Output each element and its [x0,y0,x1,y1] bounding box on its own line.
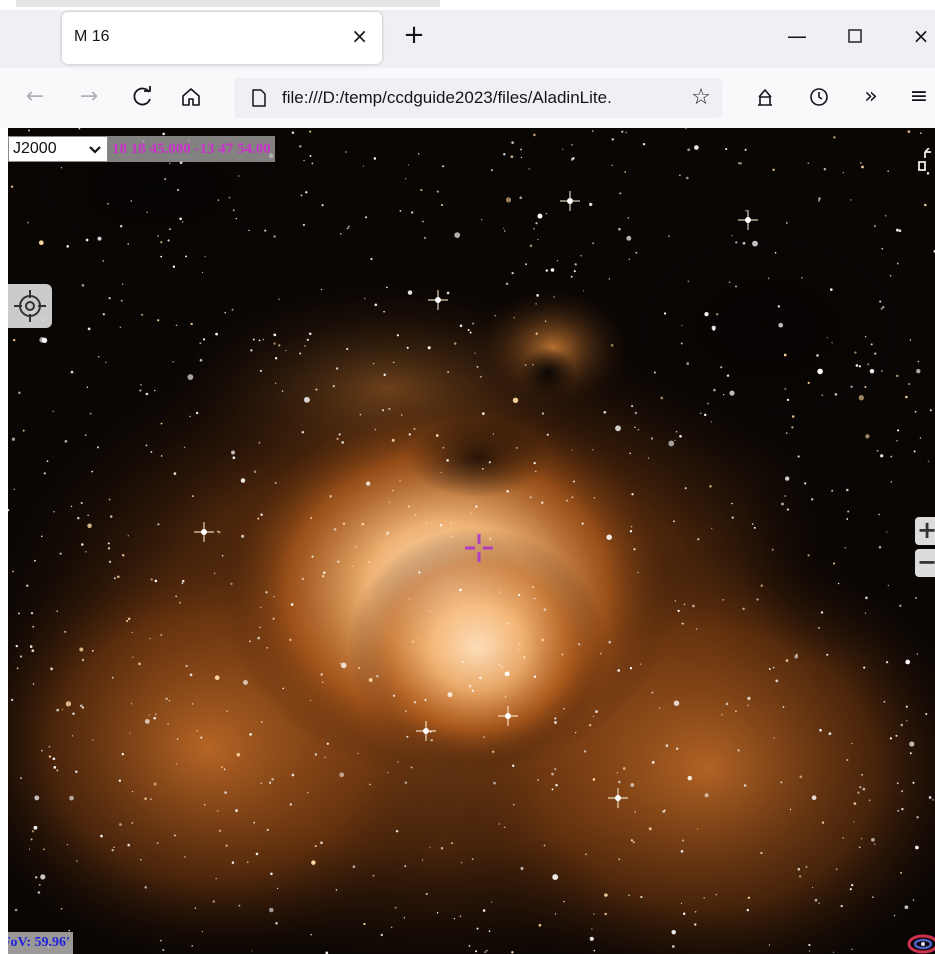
browser-window: M 16 × + — × ← → file:///D:/temp/ccdguid… [0,0,935,954]
url-text[interactable]: file:///D:/temp/ccdguide2023/files/Aladi… [282,88,682,108]
reload-icon[interactable] [128,82,158,112]
minimize-icon[interactable]: — [782,22,812,50]
frame-select-value: J2000 [13,140,57,157]
new-tab-icon[interactable]: + [401,22,427,49]
fov-readout: FoV: 59.96' [8,932,73,954]
fullscreen-icon[interactable] [915,147,935,178]
nav-toolbar: ← → file:///D:/temp/ccdguide2023/files/A… [0,68,935,128]
maximize-glyph [848,29,862,43]
tab-title: M 16 [74,28,110,45]
locate-button[interactable] [8,284,52,328]
zoom-out-button[interactable]: − [915,549,935,577]
forward-icon[interactable]: → [74,82,104,112]
menu-icon[interactable]: ≡ [904,82,934,112]
url-bar[interactable]: file:///D:/temp/ccdguide2023/files/Aladi… [234,78,722,118]
home-glyph [182,88,200,106]
aladin-sky-view[interactable]: J2000 18 18 45.000 -13 47 54.00 + − FoV:… [8,128,935,954]
history-glyph [810,88,828,106]
zoom-in-button[interactable]: + [915,517,935,545]
maximize-icon[interactable] [840,22,870,50]
tab-bar: M 16 × + — × [0,10,935,68]
extensions-icon[interactable] [750,82,780,112]
coordinates-readout: 18 18 45.000 -13 47 54.00 [108,136,275,162]
back-icon[interactable]: ← [20,82,50,112]
aladin-logo-icon[interactable] [899,918,935,954]
crosshair-icon [465,534,493,562]
target-icon [14,290,46,322]
page-icon [252,89,266,107]
home-icon[interactable] [176,82,206,112]
window-close-icon[interactable]: × [906,22,935,50]
history-icon[interactable] [804,82,834,112]
extensions-glyph [758,89,772,106]
overflow-icon[interactable]: » [856,82,886,112]
reload-glyph [133,86,151,106]
bookmark-star-icon[interactable]: ☆ [686,83,716,113]
top-strip [16,0,440,7]
tab-close-icon[interactable]: × [351,25,368,47]
tab-m16[interactable]: M 16 × [62,12,382,64]
coordinate-frame-select[interactable]: J2000 [8,136,108,162]
fov-label: FoV: 59.96' [8,935,70,950]
chevron-down-icon [89,137,101,163]
